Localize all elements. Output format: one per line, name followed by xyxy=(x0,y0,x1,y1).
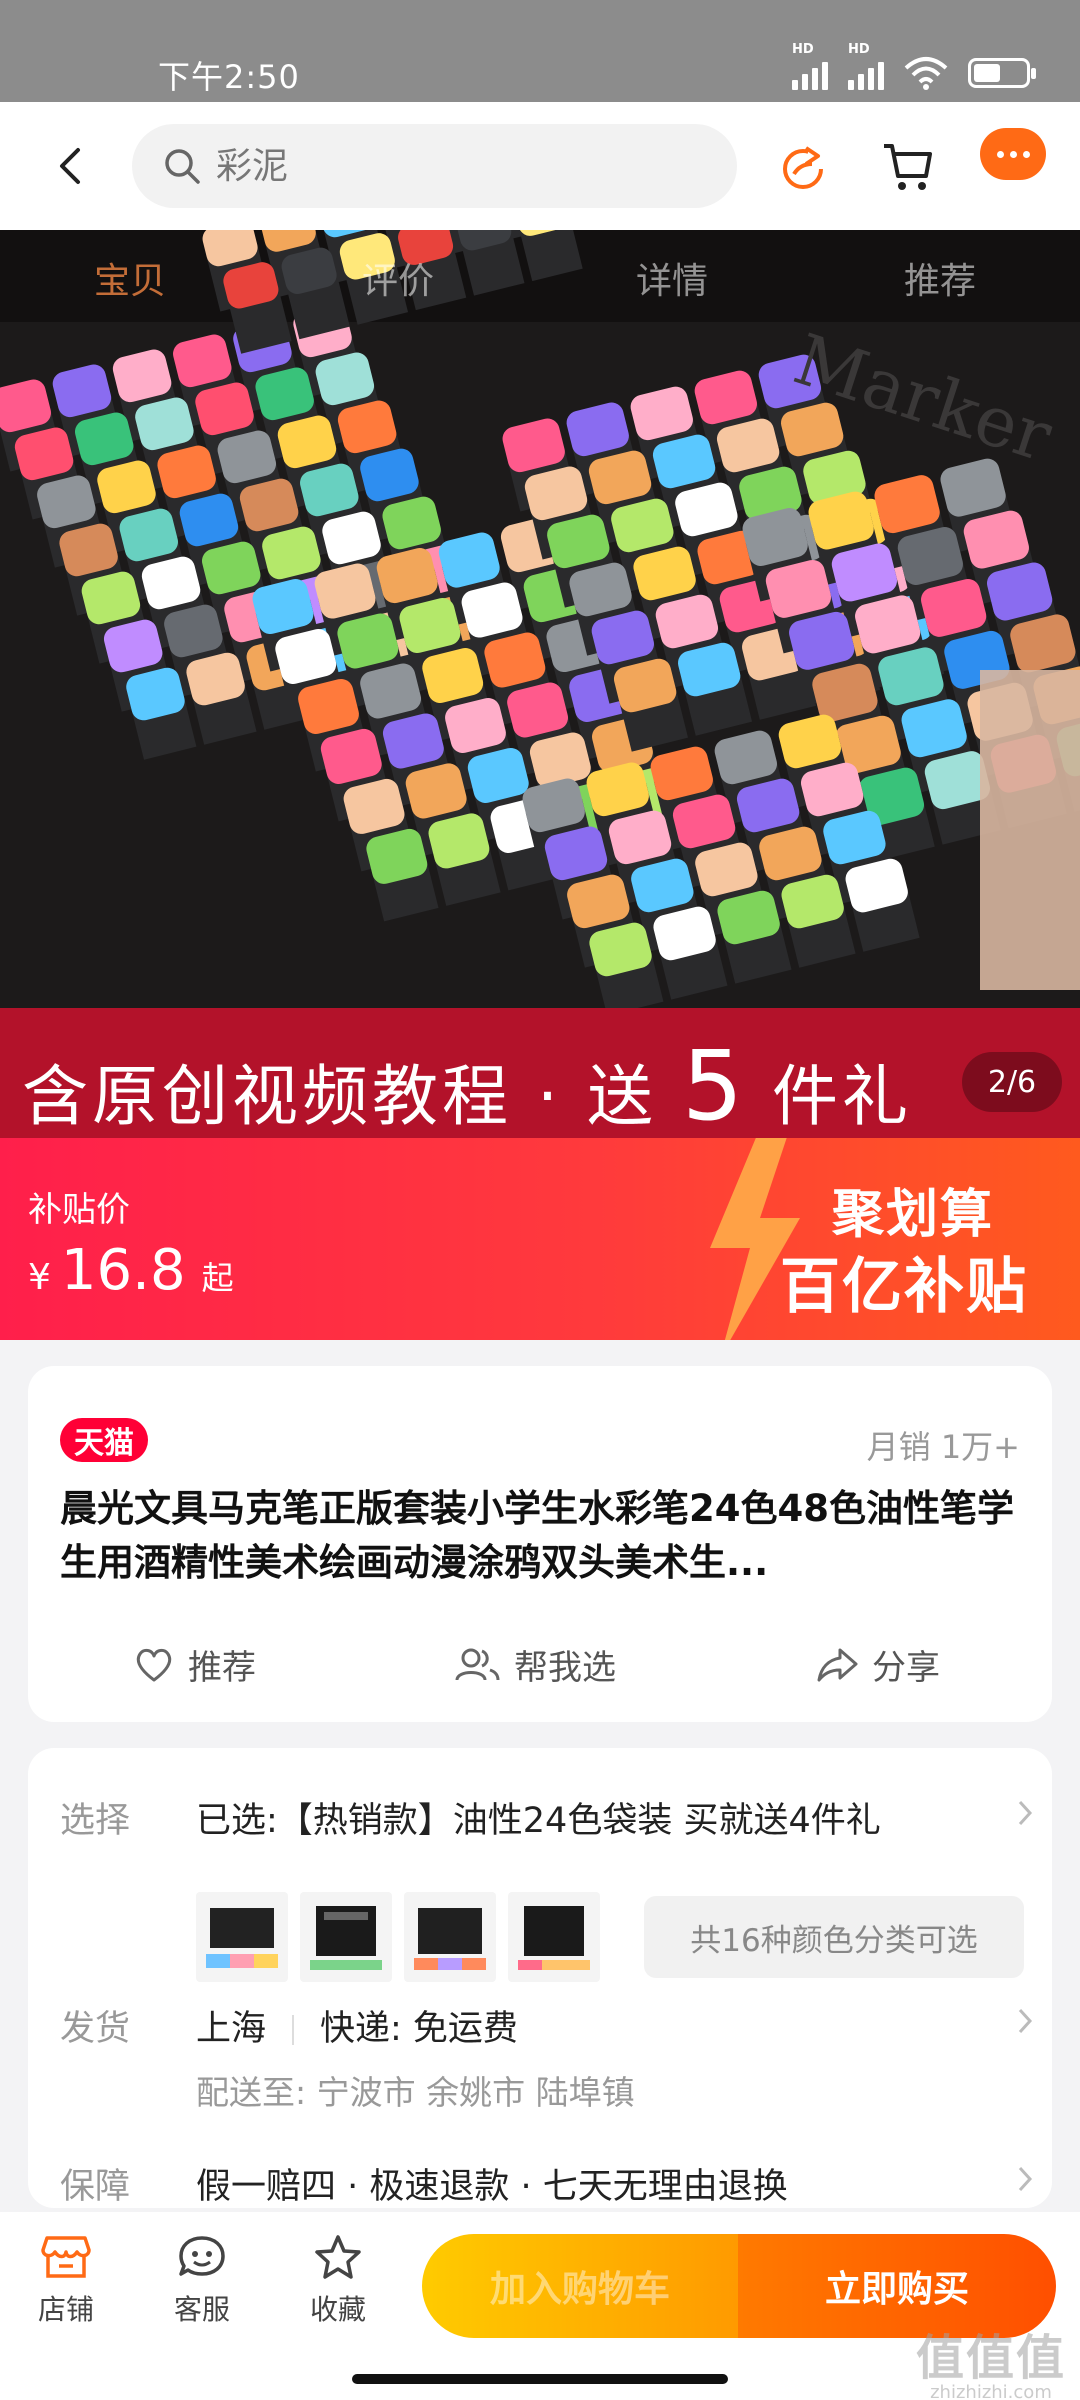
search-input[interactable] xyxy=(216,145,696,187)
ship-from: 上海 xyxy=(196,2009,267,2049)
tab-item[interactable]: 宝贝 xyxy=(94,252,166,304)
battery-icon xyxy=(968,58,1036,88)
tab-recommend[interactable]: 推荐 xyxy=(904,252,976,304)
juhuasuan-badge: 聚划算 xyxy=(832,1185,995,1245)
customer-service-button[interactable]: 客服 xyxy=(152,2234,252,2328)
subsidy-badge: 百亿补贴 xyxy=(780,1252,1028,1322)
product-photo: Marker xyxy=(0,230,1080,1008)
promo-strip: 含原创视频教程 · 送 5 件礼 xyxy=(0,1008,1080,1138)
product-title: 晨光文具马克笔正版套装小学生水彩笔24色48色油性笔学生用酒精性美术绘画动漫涂鸦… xyxy=(60,1487,1014,1584)
select-label: 选择 xyxy=(60,1801,131,1841)
promo-text: 含原创视频教程 · 送 5 件礼 xyxy=(22,1030,912,1138)
variant-thumbnails xyxy=(196,1892,600,1982)
search-icon xyxy=(165,149,200,184)
product-actions: 推荐 帮我选 分享 xyxy=(28,1640,1052,1702)
tmall-badge: 天猫 xyxy=(60,1418,148,1462)
product-image-gallery[interactable]: Marker 宝贝 评价 详情 推荐 xyxy=(0,230,1080,1008)
selected-variant: 已选:【热销款】油性24色袋装 买就送4件礼 xyxy=(196,1801,881,1841)
detail-tabs: 宝贝 评价 详情 推荐 xyxy=(0,230,1080,322)
price-label: 补贴价 xyxy=(28,1190,130,1230)
search-bar[interactable] xyxy=(132,124,737,208)
chat-face-icon xyxy=(179,2236,225,2276)
purchase-details-card: 选择 已选:【热销款】油性24色袋装 买就送4件礼 共16种颜色分类可选 发货 … xyxy=(28,1748,1052,2208)
star-icon xyxy=(315,2235,361,2279)
variant-thumbnail[interactable] xyxy=(196,1892,288,1982)
back-arrow-icon[interactable] xyxy=(50,142,90,190)
guarantee-row[interactable]: 保障 假一赔四 · 极速退款 · 七天无理由退换 xyxy=(60,2158,1050,2208)
variant-thumbnail[interactable] xyxy=(508,1892,600,1982)
monthly-sales: 月销 1万+ xyxy=(866,1428,1020,1466)
ship-destination: 配送至: 宁波市 余姚市 陆埠镇 xyxy=(196,2073,635,2112)
home-indicator xyxy=(352,2374,728,2384)
signal-icon: HD xyxy=(792,42,828,90)
chevron-right-icon xyxy=(1018,2166,1033,2192)
watermark: 值值值 zhizhizhi.com xyxy=(915,2330,1066,2400)
share-button[interactable]: 分享 xyxy=(816,1640,940,1689)
ship-method: 快递: 免运费 xyxy=(320,2009,518,2049)
more-menu-button[interactable] xyxy=(980,128,1046,180)
top-nav-bar xyxy=(0,102,1080,230)
store-button[interactable]: 店铺 xyxy=(16,2234,116,2328)
tab-details[interactable]: 详情 xyxy=(636,252,708,304)
cart-icon[interactable] xyxy=(880,138,936,194)
people-icon xyxy=(455,1648,500,1680)
signal-icon-2: HD xyxy=(848,42,884,90)
ship-info: 上海 快递: 免运费 xyxy=(196,2000,518,2051)
recommend-button[interactable]: 推荐 xyxy=(134,1640,256,1689)
guarantee-value: 假一赔四 · 极速退款 · 七天无理由退换 xyxy=(196,2167,788,2207)
share-arrow-icon xyxy=(817,1648,858,1681)
price-row: ¥ 16.8 起 xyxy=(28,1238,234,1303)
product-info-card: 天猫 月销 1万+ 晨光文具马克笔正版套装小学生水彩笔24色48色油性笔学生用酒… xyxy=(28,1366,1052,1722)
select-variant-row[interactable]: 选择 已选:【热销款】油性24色袋装 买就送4件礼 共16种颜色分类可选 xyxy=(60,1792,1050,1992)
chevron-right-icon xyxy=(1018,2008,1033,2034)
status-time: 下午2:50 xyxy=(158,58,300,96)
page-indicator: 2/6 xyxy=(962,1052,1062,1112)
help-choose-button[interactable]: 帮我选 xyxy=(454,1640,616,1689)
currency-symbol: ¥ xyxy=(28,1257,51,1298)
wifi-icon xyxy=(904,57,948,90)
share-circle-icon[interactable] xyxy=(776,140,830,194)
variant-count-note[interactable]: 共16种颜色分类可选 xyxy=(644,1896,1024,1978)
chevron-right-icon xyxy=(1018,1800,1033,1826)
store-icon xyxy=(41,2236,91,2278)
favorite-button[interactable]: 收藏 xyxy=(288,2234,388,2328)
add-to-cart-button[interactable]: 加入购物车 xyxy=(422,2234,738,2338)
price-value: 16.8 xyxy=(60,1238,186,1303)
heart-icon xyxy=(136,1648,172,1681)
ship-label: 发货 xyxy=(60,2009,131,2049)
guarantee-label: 保障 xyxy=(60,2167,131,2207)
status-bar: 下午2:50 HD HD xyxy=(0,0,1080,102)
status-icons: HD HD xyxy=(792,42,1036,90)
variant-thumbnail[interactable] xyxy=(404,1892,496,1982)
tab-reviews[interactable]: 评价 xyxy=(362,252,434,304)
variant-thumbnail[interactable] xyxy=(300,1892,392,1982)
price-banner: 补贴价 ¥ 16.8 起 聚划算 百亿补贴 xyxy=(0,1138,1080,1340)
shipping-row[interactable]: 发货 上海 快递: 免运费 配送至: 宁波市 余姚市 陆埠镇 xyxy=(60,2000,1050,2130)
price-suffix: 起 xyxy=(201,1259,234,1297)
